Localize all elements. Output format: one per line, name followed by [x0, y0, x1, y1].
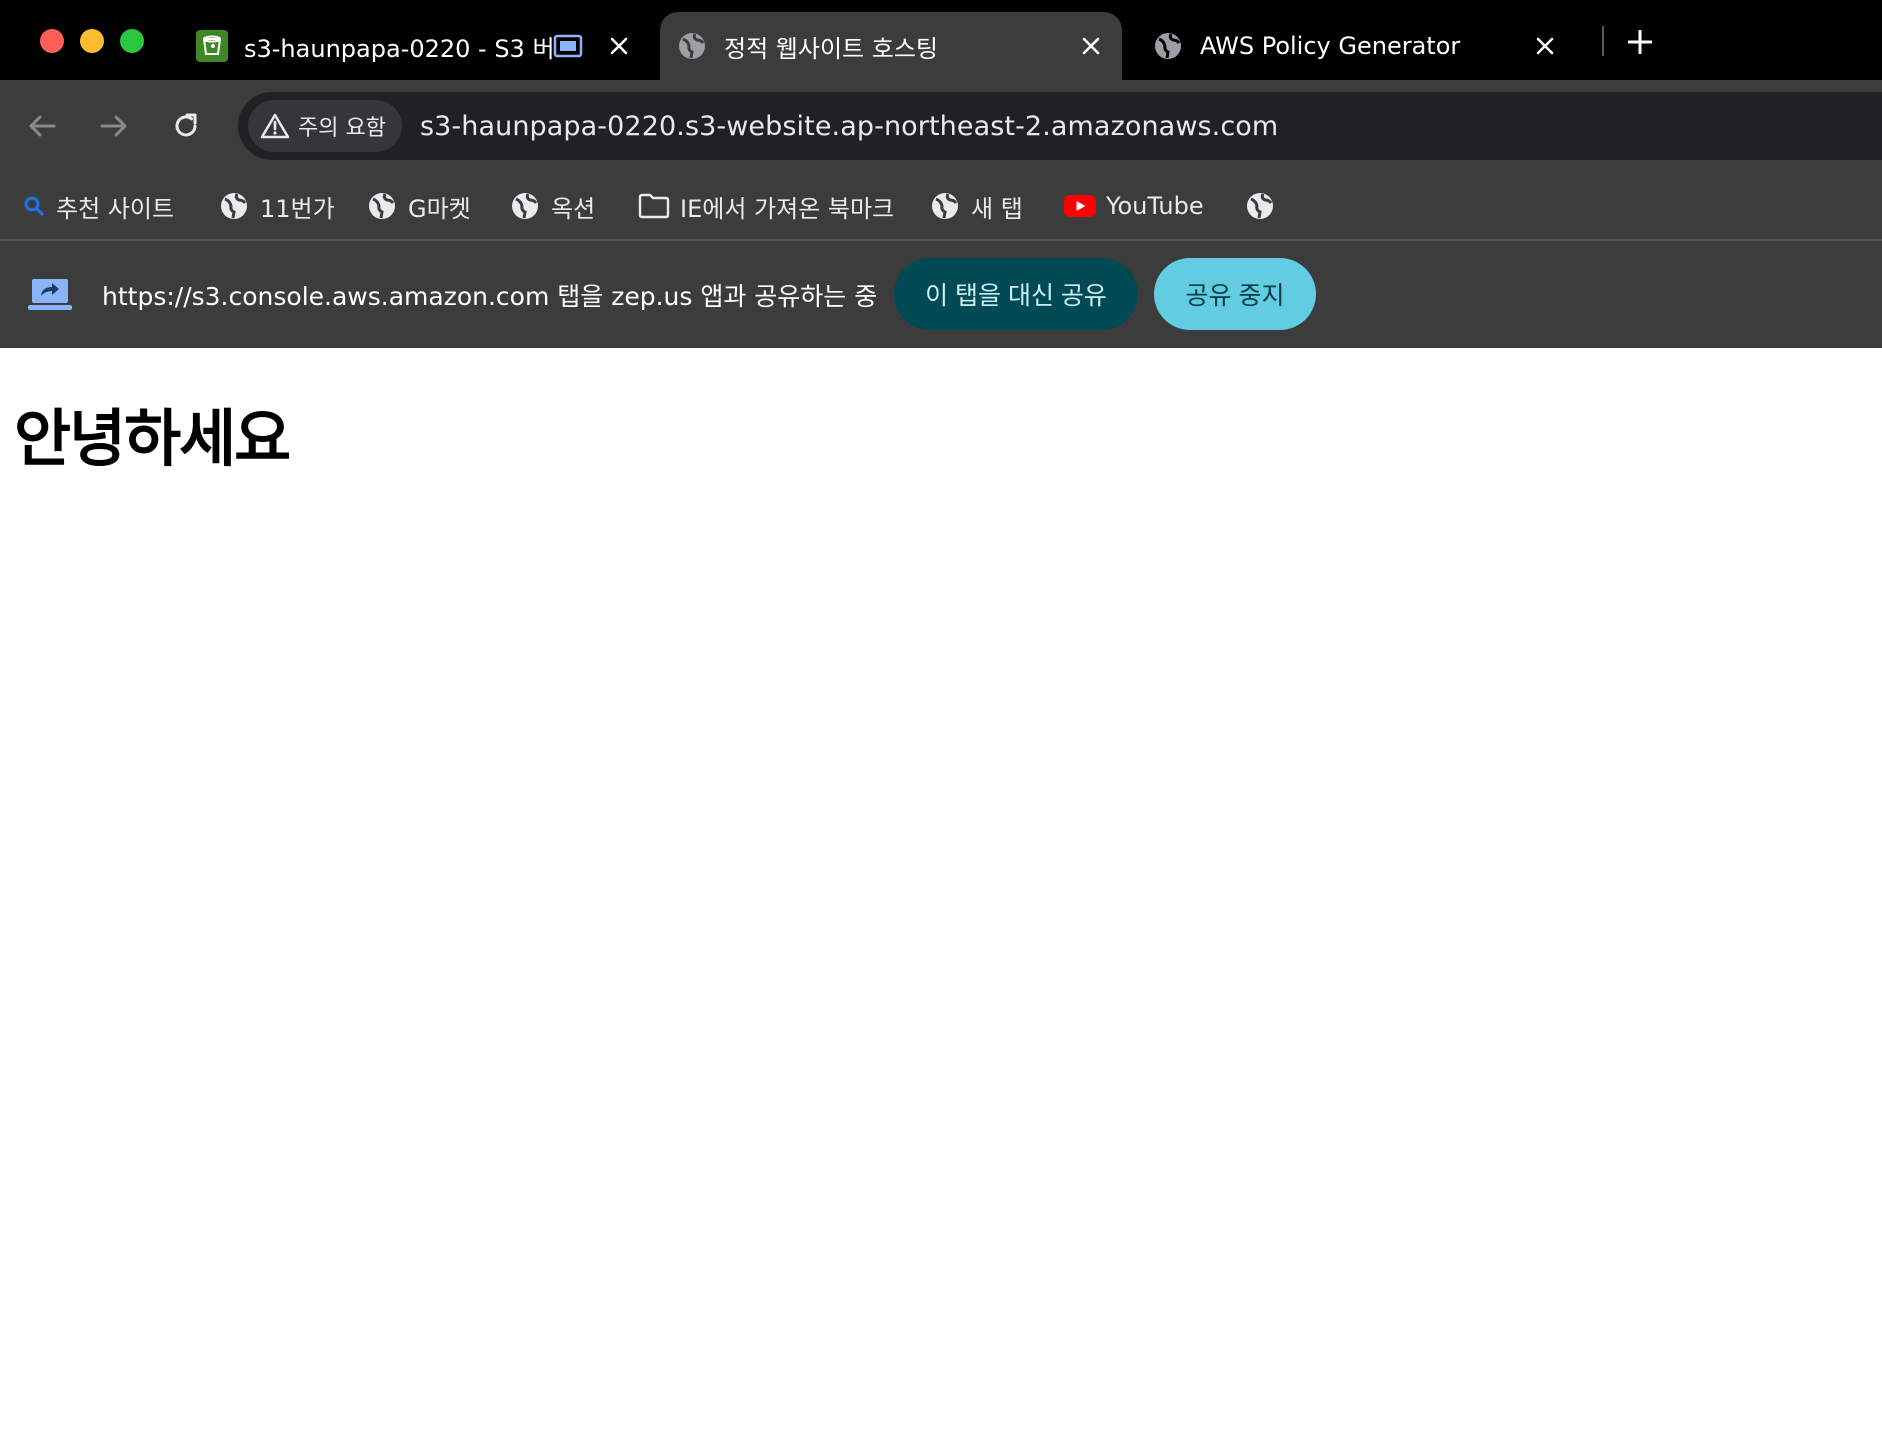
share-this-tab-instead-button[interactable]: 이 탭을 대신 공유	[894, 258, 1138, 330]
tab-static-website-hosting[interactable]: 정적 웹사이트 호스팅	[660, 12, 1122, 80]
globe-icon	[1244, 190, 1276, 222]
arrow-left-icon	[29, 115, 56, 137]
bookmark-recommended-sites[interactable]: 추천 사이트	[22, 186, 174, 226]
globe-icon	[509, 190, 541, 222]
folder-icon	[638, 190, 670, 222]
page-content: 안녕하세요	[0, 348, 1882, 1434]
globe-icon	[218, 190, 250, 222]
bookmark-label: IE에서 가져온 북마크	[680, 194, 895, 223]
plus-icon	[1628, 30, 1652, 54]
globe-icon	[366, 190, 398, 222]
reload-icon	[175, 113, 197, 137]
page-heading: 안녕하세요	[14, 402, 291, 475]
sharing-message: https://s3.console.aws.amazon.com 탭을 zep…	[102, 282, 878, 311]
window-close-button[interactable]	[40, 29, 64, 53]
bookmark-gmarket[interactable]: G마켓	[366, 186, 471, 226]
bookmark-label: 옥션	[551, 194, 596, 223]
security-indicator[interactable]: 주의 요함	[248, 100, 402, 152]
tab-title: s3-haunpapa-0220 - S3 버킷	[244, 34, 552, 63]
tab-separator	[1602, 26, 1604, 56]
warning-icon	[260, 113, 290, 139]
tab-s3-bucket[interactable]: s3-haunpapa-0220 - S3 버킷	[180, 12, 650, 80]
tab-title: AWS Policy Generator	[1200, 32, 1461, 60]
close-tab-icon[interactable]	[602, 29, 636, 63]
bookmarks-bar: 추천 사이트 11번가 G마켓 옥션 IE에서 가져온 북마크 새 탭 YouT…	[0, 172, 1882, 241]
bookmark-youtube[interactable]: YouTube	[1064, 186, 1204, 226]
bookmark-label: YouTube	[1106, 192, 1204, 220]
search-icon	[22, 190, 46, 222]
bookmark-auction[interactable]: 옥션	[509, 186, 595, 226]
globe-icon	[1152, 30, 1184, 62]
tab-title: 정적 웹사이트 호스팅	[724, 34, 938, 63]
close-tab-icon[interactable]	[1074, 29, 1108, 63]
tab-aws-policy-generator[interactable]: AWS Policy Generator	[1136, 12, 1576, 80]
bookmark-label: 새 탭	[971, 194, 1023, 223]
window-maximize-button[interactable]	[120, 29, 144, 53]
screen-share-icon	[28, 279, 72, 310]
new-tab-button[interactable]	[1620, 22, 1660, 62]
bookmark-unnamed[interactable]	[1244, 186, 1276, 226]
globe-icon	[929, 190, 961, 222]
tab-strip: s3-haunpapa-0220 - S3 버킷 정적 웹사이트 호스팅 AWS…	[0, 0, 1882, 80]
forward-button[interactable]	[90, 102, 138, 150]
security-label: 주의 요함	[298, 116, 386, 141]
tab-sharing-icon	[552, 30, 584, 62]
url-text[interactable]: s3-haunpapa-0220.s3-website.ap-northeast…	[420, 111, 1278, 142]
tab-sharing-infobar: https://s3.console.aws.amazon.com 탭을 zep…	[0, 241, 1882, 348]
browser-toolbar: 주의 요함 s3-haunpapa-0220.s3-website.ap-nor…	[0, 80, 1882, 172]
bookmark-11st[interactable]: 11번가	[218, 186, 335, 226]
back-button[interactable]	[18, 102, 66, 150]
bookmark-label: 추천 사이트	[56, 194, 175, 223]
arrow-right-icon	[100, 115, 127, 137]
aws-s3-icon	[196, 30, 228, 62]
bookmark-new-tab[interactable]: 새 탭	[929, 186, 1023, 226]
bookmark-folder-ie-imported[interactable]: IE에서 가져온 북마크	[638, 186, 894, 226]
stop-sharing-button[interactable]: 공유 중지	[1154, 258, 1316, 330]
address-bar[interactable]: 주의 요함 s3-haunpapa-0220.s3-website.ap-nor…	[238, 92, 1882, 160]
reload-button[interactable]	[162, 102, 210, 150]
close-tab-icon[interactable]	[1528, 29, 1562, 63]
youtube-icon	[1064, 190, 1096, 222]
bookmark-label: 11번가	[260, 194, 335, 223]
globe-icon	[676, 30, 708, 62]
window-minimize-button[interactable]	[80, 29, 104, 53]
bookmark-label: G마켓	[408, 194, 471, 223]
